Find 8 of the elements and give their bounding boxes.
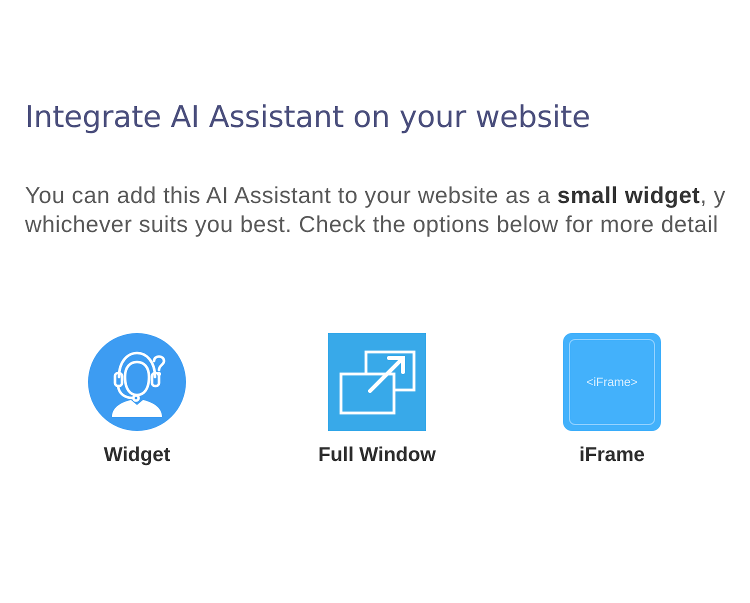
support-agent-icon xyxy=(88,333,186,431)
integration-option[interactable]: Full Window xyxy=(318,333,436,469)
integration-option[interactable]: <iFrame> iFrame xyxy=(563,333,661,469)
page-heading: Integrate AI Assistant on your website xyxy=(25,99,590,137)
tile-label: <iFrame> xyxy=(586,375,638,389)
expand-window-icon xyxy=(328,333,426,431)
intro-paragraph: You can add this AI Assistant to your website as a small widget, y whichever suits you best. Check the options below for more detail xyxy=(25,181,726,239)
integration-option[interactable]: Widget xyxy=(88,333,186,469)
